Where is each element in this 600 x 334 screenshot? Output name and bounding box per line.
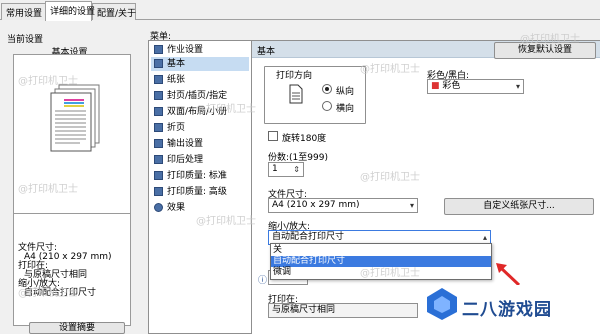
tab-bar: 常用设置 详细的设置 配置/关于 bbox=[0, 0, 600, 21]
scale-value: 自动配合打印尺寸 bbox=[272, 232, 345, 242]
tab-config[interactable]: 配置/关于 bbox=[92, 3, 136, 20]
copies-value: 1 bbox=[272, 164, 278, 174]
menu-item-label: 纸张 bbox=[167, 75, 186, 85]
rotate-180-checkbox[interactable] bbox=[268, 131, 278, 141]
cover-icon bbox=[154, 91, 163, 100]
menu-item-paper[interactable]: 纸张 bbox=[151, 73, 249, 87]
rotate-180-label: 旋转180度 bbox=[282, 134, 327, 144]
fold-icon bbox=[154, 123, 163, 132]
menu-item-label: 打印质量: 标准 bbox=[167, 171, 227, 181]
custom-paper-size-button[interactable]: 自定义纸张尺寸... bbox=[444, 198, 594, 215]
print-on-field: 与原稿尺寸相同 bbox=[268, 303, 418, 318]
watermark-text: @打印机卫士 bbox=[18, 76, 78, 87]
menu-item-label: 打印质量: 高级 bbox=[167, 187, 227, 197]
menu-list: 作业设置 基本 纸张 封页/插页/指定 双面/布局/小册 折页 输出设置 印后处… bbox=[148, 40, 252, 334]
menu-item-label: 输出设置 bbox=[167, 139, 204, 149]
badge-logo-icon bbox=[427, 288, 457, 320]
menu-item-quality-advanced[interactable]: 打印质量: 高级 bbox=[151, 185, 249, 199]
info-icon[interactable]: ⓘ bbox=[258, 273, 267, 286]
menu-item-finishing[interactable]: 印后处理 bbox=[151, 153, 249, 167]
watermark-text: @打印机卫士 bbox=[360, 268, 420, 279]
color-mode-value: 彩色 bbox=[442, 81, 461, 91]
menu-item-output[interactable]: 输出设置 bbox=[151, 137, 249, 151]
watermark-text: @打印机卫士 bbox=[18, 184, 78, 195]
quality-advanced-icon bbox=[154, 187, 163, 196]
output-icon bbox=[154, 139, 163, 148]
menu-item-basic[interactable]: 基本 bbox=[151, 57, 249, 71]
watermark-text: @打印机卫士 bbox=[520, 34, 580, 45]
chevron-down-icon: ▾ bbox=[409, 201, 414, 210]
orientation-label: 打印方向 bbox=[276, 71, 313, 81]
settings-summary: 文件尺寸: A4 (210 x 297 mm) 打印在: 与原稿尺寸相同 缩小/… bbox=[13, 214, 131, 326]
settings-summary-button[interactable]: 设置摘要 bbox=[29, 322, 125, 334]
color-mode-icon: ■ bbox=[431, 81, 440, 91]
menu-item-quality-standard[interactable]: 打印质量: 标准 bbox=[151, 169, 249, 183]
effects-icon bbox=[154, 203, 163, 212]
watermark-text: @打印机卫士 bbox=[18, 288, 78, 299]
color-mode-select[interactable]: ■ 彩色 ▾ bbox=[427, 79, 524, 94]
menu-item-label: 折页 bbox=[167, 123, 186, 133]
menu-item-label: 基本 bbox=[167, 59, 186, 69]
stepper-icon: ⇕ bbox=[293, 165, 300, 174]
print-on-value: 与原稿尺寸相同 bbox=[272, 305, 336, 315]
menu-item-label: 效果 bbox=[167, 203, 186, 213]
menu-item-label: 作业设置 bbox=[167, 45, 204, 55]
tab-detailed[interactable]: 详细的设置 bbox=[45, 1, 95, 21]
tab-common[interactable]: 常用设置 bbox=[1, 3, 46, 20]
chevron-down-icon: ▾ bbox=[515, 82, 520, 91]
finishing-icon bbox=[154, 155, 163, 164]
paper-icon bbox=[154, 75, 163, 84]
menu-item-label: 印后处理 bbox=[167, 155, 204, 165]
duplex-icon bbox=[154, 107, 163, 116]
menu-item-fold[interactable]: 折页 bbox=[151, 121, 249, 135]
watermark-text: @打印机卫士 bbox=[360, 64, 420, 75]
watermark-text: @打印机卫士 bbox=[360, 172, 420, 183]
portrait-label: 纵向 bbox=[336, 87, 355, 97]
red-arrow-icon bbox=[496, 263, 521, 287]
menu-item-job[interactable]: 作业设置 bbox=[151, 43, 249, 57]
scale-option-off[interactable]: 关 bbox=[271, 245, 491, 256]
job-icon bbox=[154, 45, 163, 54]
watermark-text: @打印机卫士 bbox=[196, 216, 256, 227]
paper-size-select[interactable]: A4 (210 x 297 mm) ▾ bbox=[268, 198, 418, 213]
copies-input[interactable]: 1 ⇕ bbox=[268, 162, 304, 177]
current-settings-title: 当前设置 bbox=[7, 35, 44, 45]
watermark-text: @打印机卫士 bbox=[196, 104, 256, 115]
quality-icon bbox=[154, 171, 163, 180]
landscape-radio[interactable] bbox=[322, 101, 332, 111]
badge-text: 二八游戏园 bbox=[462, 300, 552, 320]
basic-icon bbox=[154, 59, 163, 68]
pane-title: 基本 bbox=[257, 47, 276, 57]
paper-size-value: A4 (210 x 297 mm) bbox=[272, 200, 360, 210]
document-icon bbox=[289, 84, 303, 104]
portrait-radio[interactable] bbox=[322, 84, 332, 94]
landscape-label: 横向 bbox=[336, 104, 355, 114]
